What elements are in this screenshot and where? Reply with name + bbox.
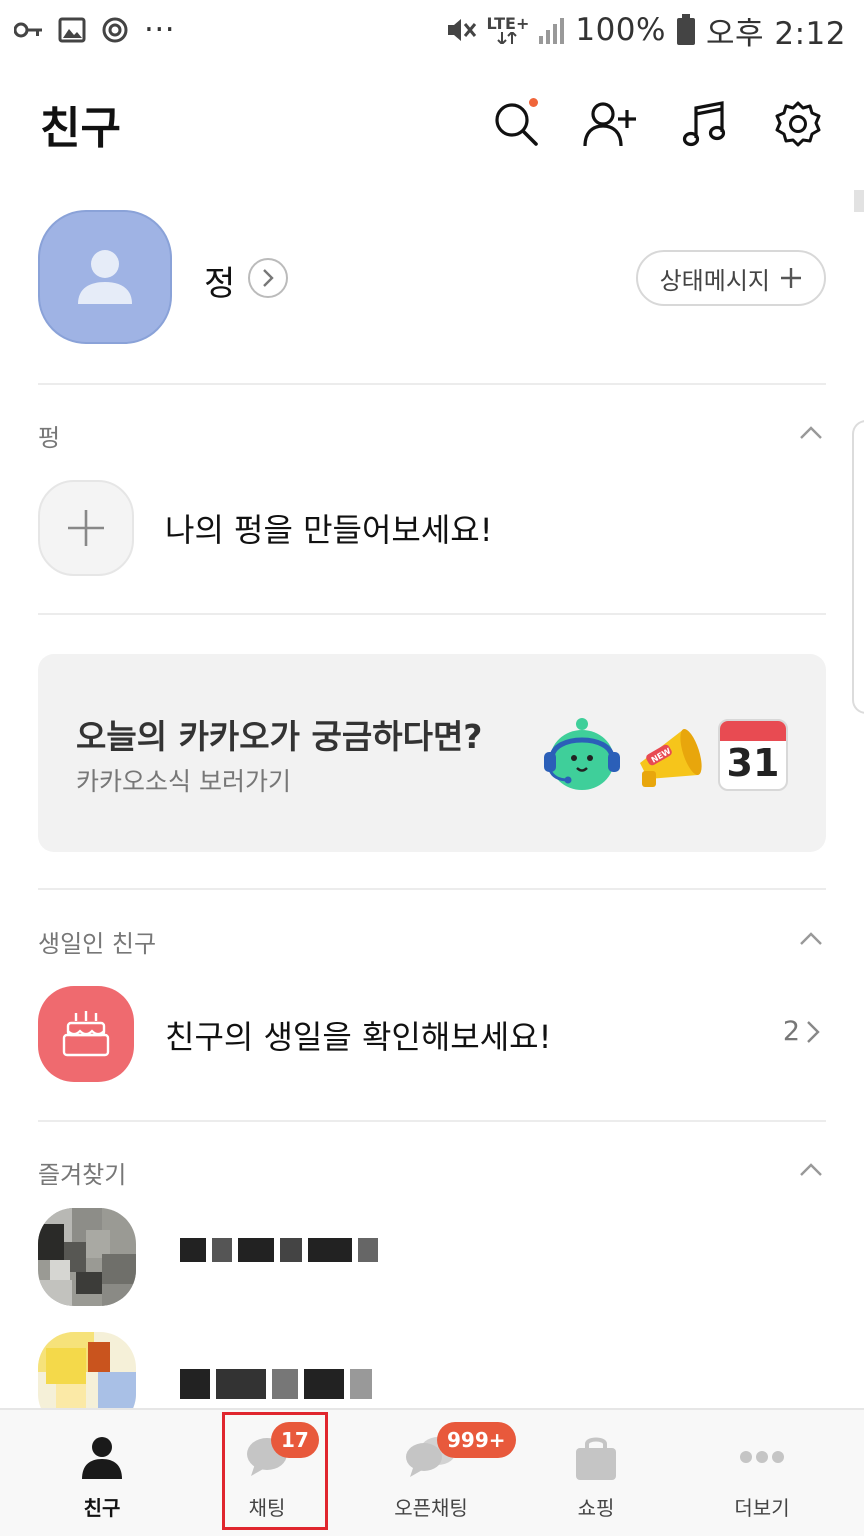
- status-bar-left: ···: [14, 10, 175, 50]
- tab-friends[interactable]: 친구: [16, 1410, 188, 1536]
- headset-character-icon: [544, 718, 620, 790]
- birthday-count: 2: [782, 1016, 800, 1047]
- add-friend-icon: [583, 102, 636, 147]
- tab-more[interactable]: 더보기: [676, 1410, 848, 1536]
- calendar-icon: 31: [718, 719, 788, 791]
- banner-illustration: NEW 31: [540, 716, 788, 794]
- key-icon: [14, 21, 44, 39]
- search-icon: [495, 103, 538, 146]
- battery-icon: [676, 14, 696, 46]
- birthday-collapse-button[interactable]: [798, 926, 824, 952]
- status-bar: ··· LTE+ 100% 오후 2:12: [0, 0, 864, 60]
- divider: [38, 613, 826, 615]
- birthday-count-link[interactable]: 2: [783, 1016, 820, 1047]
- tab-label: 더보기: [734, 1496, 790, 1520]
- chevron-up-icon: [800, 426, 822, 439]
- chevron-up-icon: [800, 932, 822, 945]
- calendar-header: [720, 721, 786, 741]
- sync-icon: [100, 15, 130, 45]
- divider: [38, 383, 826, 385]
- pixelated-photo-icon: [38, 1208, 136, 1306]
- tab-label: 친구: [83, 1496, 121, 1520]
- avatar: [38, 1208, 136, 1306]
- pyeong-section-title: 펑: [38, 424, 61, 452]
- profile-name: 정: [204, 264, 236, 304]
- kakao-news-banner[interactable]: 오늘의 카카오가 궁금하다면? 카카오소식 보러가기 NEW 31: [38, 654, 826, 852]
- highlight-box: [222, 1412, 328, 1530]
- redacted-block: [180, 1238, 206, 1262]
- birthday-prompt[interactable]: 친구의 생일을 확인해보세요!: [165, 1012, 551, 1058]
- redacted-block: [358, 1238, 378, 1262]
- settings-button[interactable]: [770, 96, 826, 152]
- calendar-day: 31: [726, 741, 780, 785]
- tab-shopping[interactable]: 쇼핑: [510, 1410, 682, 1536]
- image-icon: [58, 16, 86, 44]
- status-message-label: 상태메시지: [659, 266, 770, 295]
- edge-panel-handle[interactable]: [852, 420, 864, 714]
- battery-percent: 100%: [575, 12, 666, 48]
- search-button[interactable]: [488, 96, 544, 152]
- mute-icon: [445, 15, 477, 45]
- tab-open-chat[interactable]: 999+ 오픈채팅: [345, 1410, 517, 1536]
- lte-label: LTE+: [486, 14, 530, 33]
- new-indicator-dot: [529, 98, 538, 107]
- signal-icon: [539, 16, 565, 44]
- divider: [38, 1120, 826, 1122]
- clock: 오후 2:12: [705, 15, 846, 52]
- status-bar-right: LTE+ 100% 오후 2:12: [445, 8, 846, 52]
- birthday-section-title: 생일인 친구: [38, 930, 157, 958]
- favorites-section-title: 즐겨찾기: [38, 1161, 127, 1189]
- default-person-icon: [78, 250, 132, 304]
- shopping-bag-icon: [576, 1437, 616, 1480]
- redacted-block: [212, 1238, 232, 1262]
- person-icon: [82, 1437, 122, 1479]
- list-item[interactable]: [38, 1208, 826, 1308]
- redacted-block: [216, 1369, 266, 1399]
- status-message-button[interactable]: 상태메시지: [635, 250, 826, 306]
- redacted-block: [304, 1369, 344, 1399]
- profile-detail-chevron-icon[interactable]: [248, 258, 288, 298]
- add-friend-button[interactable]: [582, 96, 638, 152]
- more-dots-icon: [740, 1451, 784, 1463]
- chevron-up-icon: [800, 1163, 822, 1176]
- birthday-cake-button[interactable]: [38, 986, 134, 1082]
- cake-icon: [62, 1011, 110, 1057]
- create-pyeong-label[interactable]: 나의 펑을 만들어보세요!: [165, 505, 493, 551]
- music-icon: [682, 101, 726, 147]
- tab-label: 쇼핑: [577, 1496, 615, 1520]
- blurred-contact-name: [180, 1232, 378, 1268]
- pyeong-collapse-button[interactable]: [798, 420, 824, 446]
- redacted-block: [350, 1369, 372, 1399]
- more-notifications-icon: ···: [144, 12, 176, 48]
- unread-badge: 999+: [437, 1422, 516, 1458]
- avatar[interactable]: [38, 210, 172, 344]
- tab-label: 오픈채팅: [394, 1496, 468, 1520]
- redacted-block: [238, 1238, 274, 1262]
- bottom-tab-bar: 친구 17 채팅 999+ 오픈채팅 쇼핑 더보기: [0, 1408, 864, 1536]
- banner-subtitle: 카카오소식 보러가기: [76, 767, 291, 796]
- banner-title: 오늘의 카카오가 궁금하다면?: [76, 717, 483, 756]
- redacted-block: [272, 1369, 298, 1399]
- page-title: 친구: [40, 103, 121, 154]
- lte-icon: LTE+: [486, 14, 530, 44]
- chevron-right-icon: [807, 1020, 820, 1043]
- divider: [38, 888, 826, 890]
- redacted-block: [308, 1238, 352, 1262]
- music-button[interactable]: [676, 96, 732, 152]
- plus-icon: [781, 268, 801, 288]
- app-header: 친구: [0, 78, 864, 178]
- redacted-block: [280, 1238, 302, 1262]
- my-profile[interactable]: 정 상태메시지: [38, 210, 826, 348]
- header-actions: [488, 96, 826, 152]
- redacted-block: [180, 1369, 210, 1399]
- plus-icon: [68, 510, 104, 546]
- gear-icon: [775, 101, 821, 147]
- create-pyeong-button[interactable]: [38, 480, 134, 576]
- scroll-tab: [854, 190, 864, 212]
- favorites-collapse-button[interactable]: [798, 1157, 824, 1183]
- blurred-contact-name: [180, 1366, 372, 1402]
- megaphone-icon: NEW: [640, 729, 702, 787]
